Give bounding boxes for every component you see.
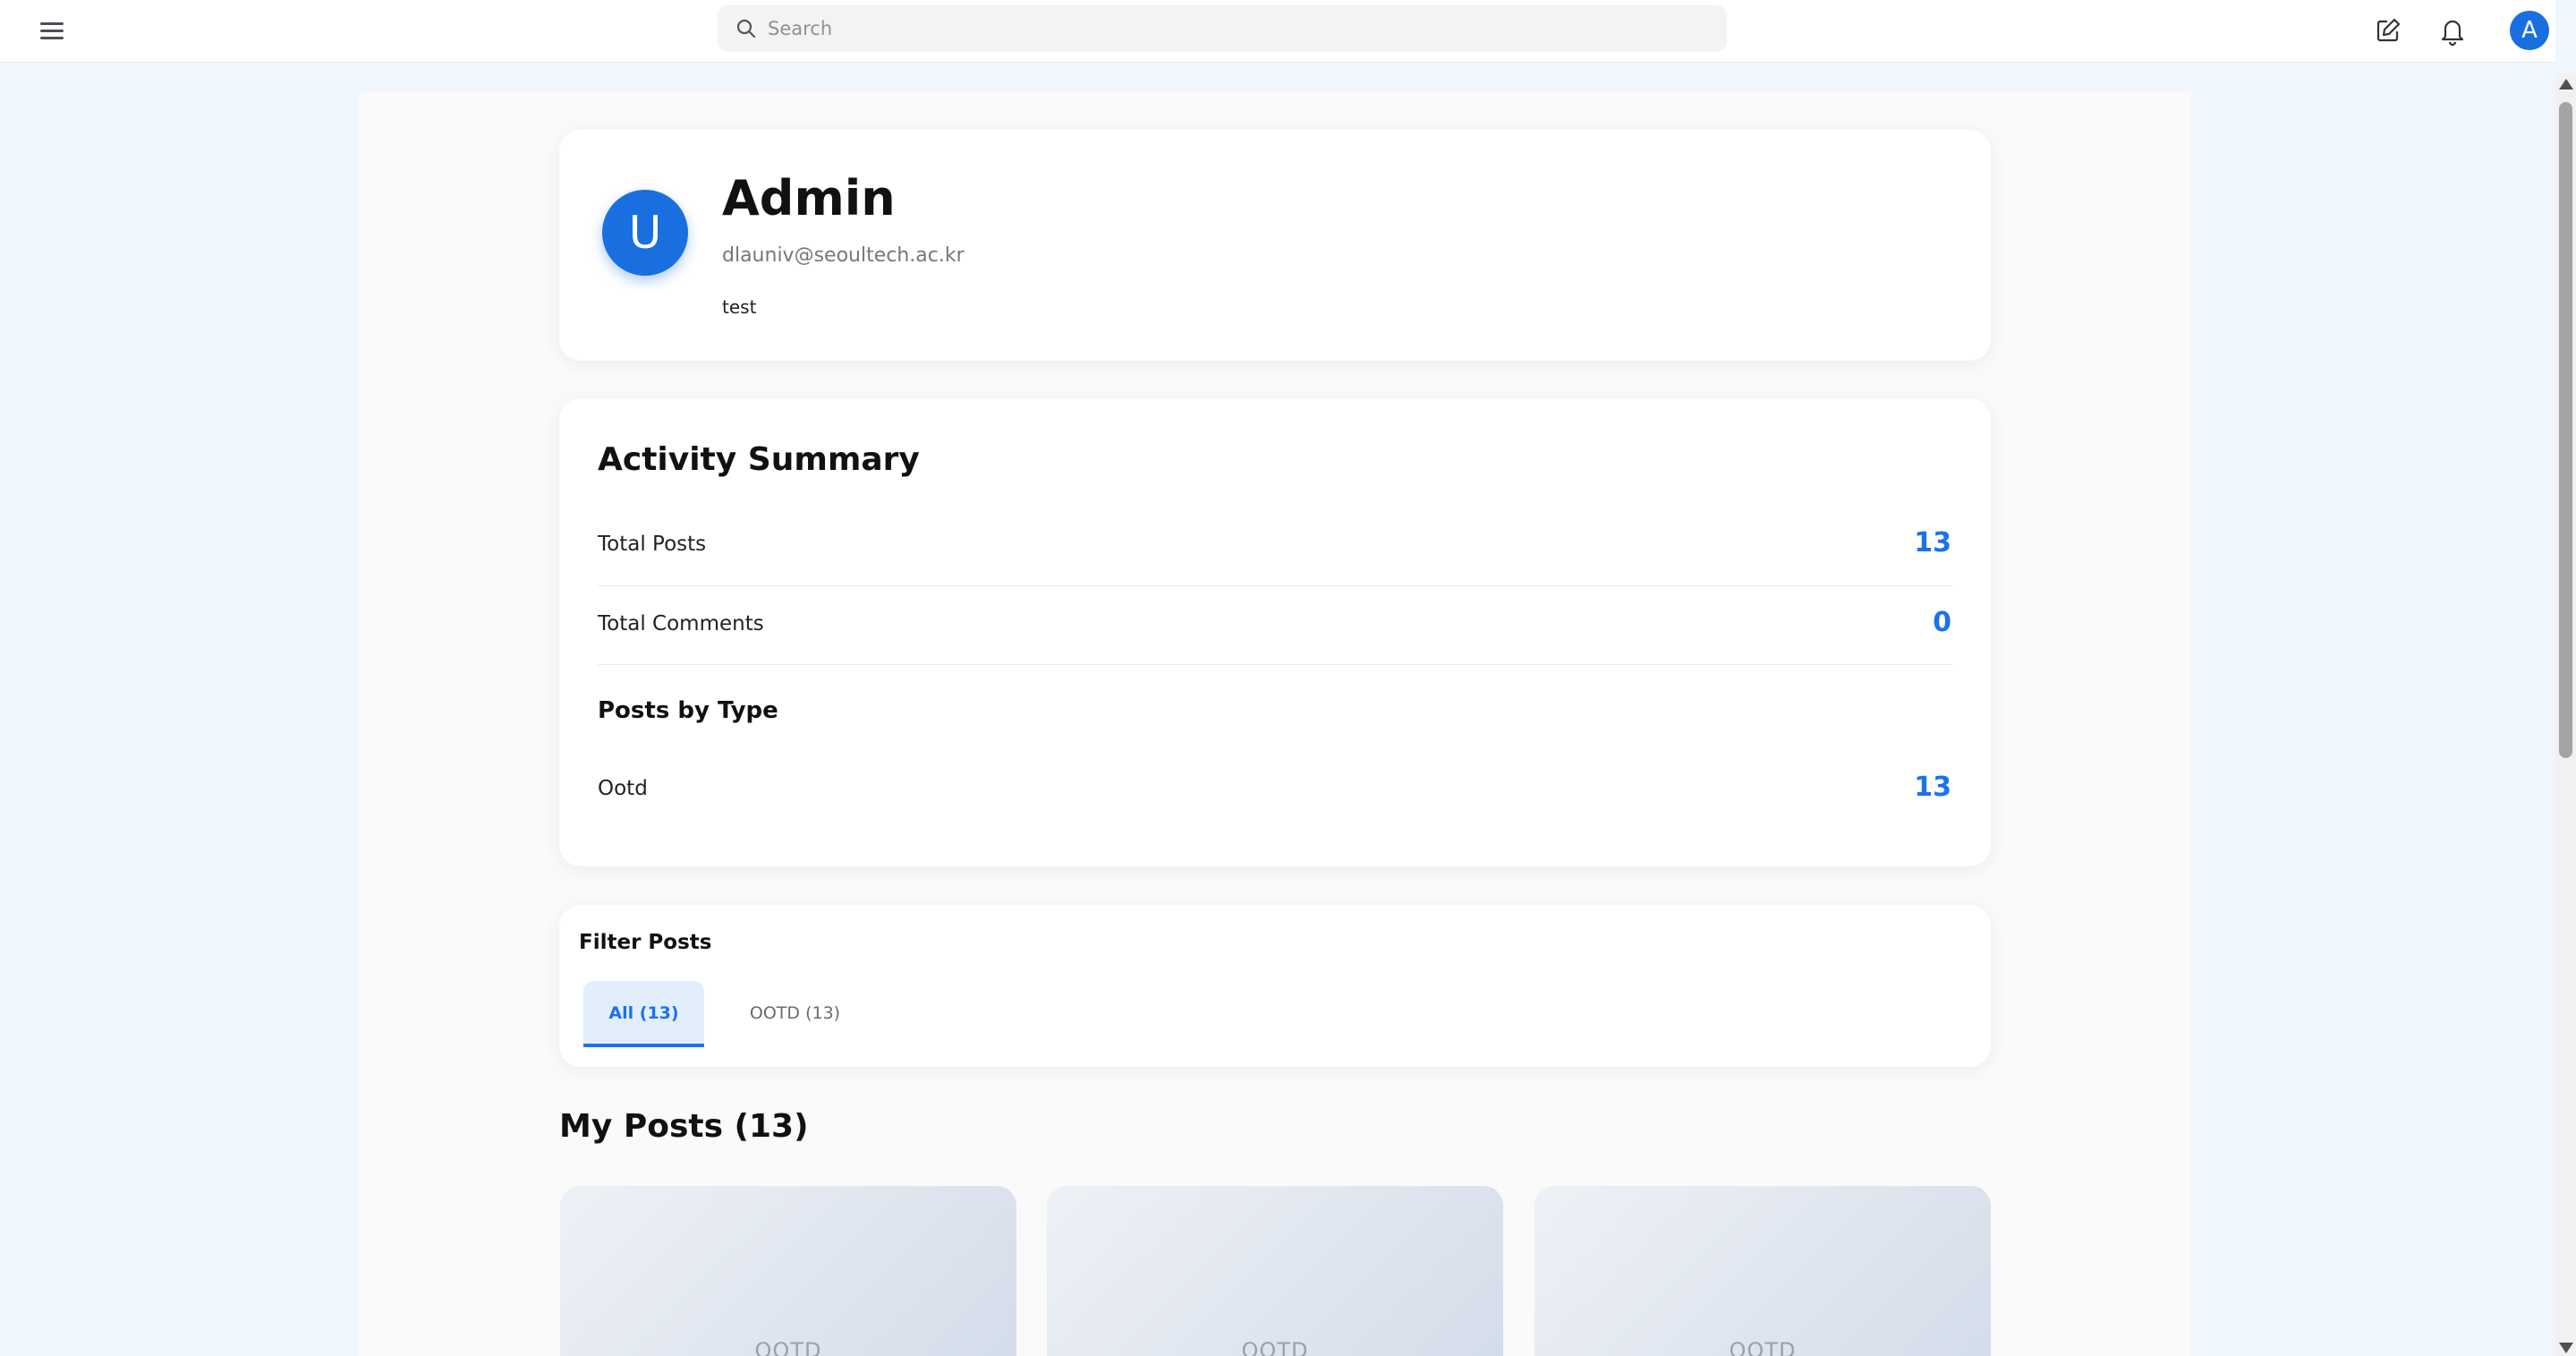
bell-icon[interactable] [2435,13,2470,48]
top-navigation-bar: A [0,0,2555,63]
menu-icon[interactable] [36,15,68,47]
total-posts-value: 13 [1914,527,1951,559]
scrollbar[interactable] [2555,73,2576,1356]
total-posts-label: Total Posts [598,533,707,556]
post-card[interactable]: OOTD [1535,1186,1991,1356]
post-card[interactable]: OOTD [1047,1186,1503,1356]
edit-icon[interactable] [2370,13,2406,48]
profile-email: dlauniv@seoultech.ac.kr [722,244,965,267]
search-icon [736,19,756,38]
total-comments-label: Total Comments [598,612,764,635]
scroll-down-arrow[interactable] [2559,1343,2573,1353]
profile-avatar: U [602,190,688,276]
type-ootd-label: Ootd [598,777,648,800]
tab-all[interactable]: All (13) [583,981,704,1047]
post-card-label: OOTD [1241,1338,1309,1356]
divider [598,585,1952,586]
total-comments-value: 0 [1933,607,1951,638]
user-avatar[interactable]: A [2510,11,2549,50]
post-card-label: OOTD [754,1338,822,1356]
scroll-up-arrow[interactable] [2559,79,2573,90]
type-ootd-value: 13 [1914,772,1951,803]
search-input[interactable] [768,5,1698,52]
scroll-thumb[interactable] [2559,102,2572,758]
divider [598,664,1952,665]
post-card[interactable]: OOTD [560,1186,1016,1356]
search-bar[interactable] [718,5,1727,52]
posts-by-type-title: Posts by Type [598,697,778,724]
tab-ootd[interactable]: OOTD (13) [729,981,861,1047]
profile-bio: test [722,296,757,318]
my-posts-heading: My Posts (13) [559,1108,809,1145]
post-card-label: OOTD [1729,1338,1797,1356]
activity-summary-title: Activity Summary [598,441,920,478]
filter-posts-title: Filter Posts [579,931,712,954]
profile-name: Admin [722,170,896,226]
